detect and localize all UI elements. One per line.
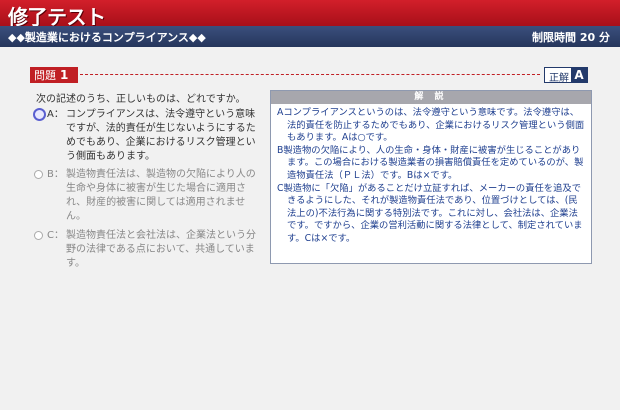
time-limit: 制限時間 20 分	[532, 31, 610, 44]
course-name: ◆◆製造業におけるコンプライアンス◆◆	[8, 31, 206, 44]
explanation-paragraph-b: B製造物の欠陥により、人の生命・身体・財産に被害が生じることがあります。この場合…	[277, 144, 584, 181]
title-bar: 修了テスト	[0, 0, 620, 29]
answer-label: 正解	[549, 73, 569, 84]
option-b[interactable]: B： 製造物責任法は、製造物の欠陥により人の生命や身体に被害が生じた場合に適用さ…	[34, 168, 264, 224]
divider-line	[80, 74, 540, 75]
radio-icon[interactable]	[34, 170, 43, 179]
question-prompt: 次の記述のうち、正しいものは、どれですか。	[36, 94, 246, 105]
option-text: 製造物責任法は、製造物の欠陥により人の生命や身体に被害が生じた場合に適用され、財…	[66, 169, 256, 222]
option-text: コンプライアンスは、法令遵守という意味ですが、法的責任が生じないようにするためで…	[66, 109, 256, 162]
explanation-paragraph-a: Aコンプライアンスというのは、法令遵守という意味です。法令遵守は、法的責任を防止…	[277, 107, 585, 144]
explanation-paragraph-c: C製造物に「欠陥」があることだけ立証すれば、メーカーの責任を追及できるようにした…	[277, 182, 583, 244]
question-number: 1	[60, 68, 69, 82]
question-badge: 問題 1	[30, 67, 78, 83]
answer-value: A	[571, 67, 587, 83]
explanation-body: Aコンプライアンスというのは、法令遵守という意味です。法令遵守は、法的責任を防止…	[271, 104, 591, 246]
option-c[interactable]: C： 製造物責任法と会社法は、企業法という分野の法律である点において、共通してい…	[34, 229, 264, 273]
explanation-panel: 解 説 Aコンプライアンスというのは、法令遵守という意味です。法令遵守は、法的責…	[270, 90, 592, 264]
radio-selected-icon[interactable]	[33, 108, 46, 121]
answer-badge: 正解 A	[544, 67, 588, 84]
question-label: 問題	[34, 69, 56, 82]
course-bar: ◆◆製造業におけるコンプライアンス◆◆ 制限時間 20 分	[0, 26, 620, 47]
radio-icon[interactable]	[34, 231, 43, 240]
option-a[interactable]: A： コンプライアンスは、法令遵守という意味ですが、法的責任が生じないようにする…	[33, 108, 264, 166]
option-text: 製造物責任法と会社法は、企業法という分野の法律である点において、共通しています。	[66, 230, 256, 269]
explanation-heading: 解 説	[271, 91, 591, 104]
